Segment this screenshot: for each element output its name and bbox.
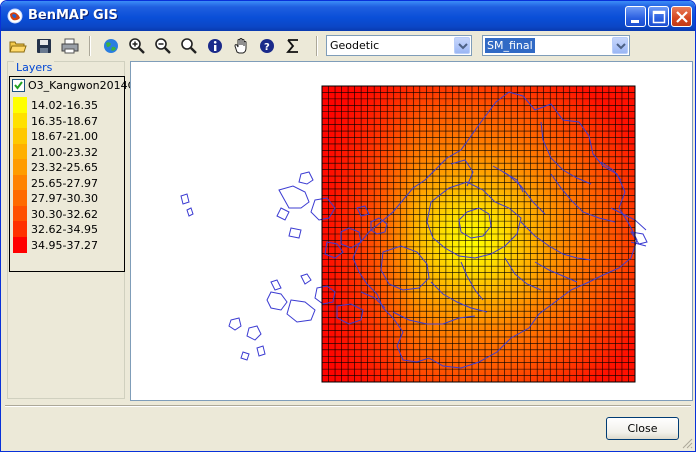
minimize-button[interactable] [625,6,646,27]
benmap-gis-window: BenMAP GIS ? Geodetic SM_final Layers O3… [0,0,696,452]
hand-pan-icon [234,38,247,54]
map-view[interactable] [130,61,693,401]
info-icon [208,39,222,53]
layer-item[interactable]: O3_Kangwon2014C [11,78,135,94]
map-canvas[interactable] [131,62,692,400]
legend-item: 18.67-21.00 [13,128,123,144]
legend-swatch [13,174,27,191]
zoom-in-icon [129,38,145,54]
query-button[interactable]: ? [256,35,278,57]
legend-swatch [13,205,27,222]
layer-name: O3_Kangwon2014C [28,79,136,92]
projection-select[interactable]: Geodetic [326,35,472,56]
legend-item: 23.32-25.65 [13,159,123,175]
legend-item: 30.30-32.62 [13,205,123,222]
checkmark-icon [14,81,23,90]
magnifier-icon [181,38,197,54]
layer-visibility-checkbox[interactable] [12,79,25,92]
legend-swatch [13,221,27,237]
open-folder-icon [9,41,27,53]
legend-swatch [13,97,27,113]
legend-item: 16.35-18.67 [13,112,123,129]
legend-label: 21.00-23.32 [31,145,98,159]
legend-label: 32.62-34.95 [31,223,98,236]
svg-text:?: ? [264,42,270,53]
projection-value: Geodetic [330,39,380,52]
globe-icon [104,39,118,53]
zoom-out-icon [155,38,171,54]
legend-item: 25.65-27.97 [13,174,123,191]
legend-label: 23.32-25.65 [31,161,98,174]
layer-select[interactable]: SM_final [482,35,630,56]
zoom-in-button[interactable] [126,35,148,57]
legend-swatch [13,128,27,144]
full-extent-button[interactable] [100,35,122,57]
toolbar-separator [316,36,318,56]
legend-swatch [13,143,27,160]
layers-panel: Layers O3_Kangwon2014C 14.02-16.35 16.35-… [7,61,135,399]
legend-swatch [13,112,27,129]
print-button[interactable] [59,35,81,57]
legend-item: 34.95-37.27 [13,236,123,253]
legend-swatch [13,236,27,253]
legend-swatch [13,159,27,175]
sigma-icon [286,39,298,53]
maximize-button[interactable] [648,6,669,27]
app-globe-icon [7,8,23,24]
legend-swatch [13,190,27,206]
maximize-icon [652,10,666,24]
legend-label: 30.30-32.62 [31,207,98,221]
layer-select-dropdown-button[interactable] [612,37,628,54]
legend-label: 27.97-30.30 [31,192,98,205]
legend-label: 18.67-21.00 [31,130,98,143]
legend-label: 14.02-16.35 [31,99,98,112]
window-title: BenMAP GIS [28,8,118,23]
save-disk-icon [37,39,51,53]
chevron-down-icon [458,43,468,50]
close-button[interactable]: Close [606,417,679,440]
layer-legend: 14.02-16.35 16.35-18.67 18.67-21.00 21.00-2… [13,97,123,253]
map-toolbar: ? Geodetic SM_final [4,32,692,60]
legend-item: 14.02-16.35 [13,97,123,113]
legend-label: 34.95-37.27 [31,238,98,252]
legend-item: 27.97-30.30 [13,190,123,206]
pan-button[interactable] [230,35,252,57]
legend-item: 21.00-23.32 [13,143,123,160]
projection-dropdown-button[interactable] [454,37,470,54]
chevron-down-icon [616,43,626,50]
query-icon: ? [260,39,274,53]
layers-title: Layers [14,61,55,74]
minimize-icon [631,20,639,23]
legend-item: 32.62-34.95 [13,221,123,237]
resize-grip-icon[interactable] [681,437,693,449]
title-bar[interactable]: BenMAP GIS [1,1,695,31]
legend-label: 25.65-27.97 [31,176,98,190]
close-icon [676,11,688,23]
zoom-out-button[interactable] [152,35,174,57]
legend-label: 16.35-18.67 [31,114,98,128]
statistics-button[interactable] [282,35,304,57]
printer-icon [61,38,79,54]
zoom-button[interactable] [178,35,200,57]
open-file-button[interactable] [7,35,29,57]
identify-button[interactable] [204,35,226,57]
layer-select-value: SM_final [485,38,535,53]
footer-divider [5,405,691,407]
save-button[interactable] [33,35,55,57]
window-close-button[interactable] [671,6,692,27]
layer-list: O3_Kangwon2014C 14.02-16.35 16.35-18.67 18… [9,76,135,272]
toolbar-separator [89,36,91,56]
